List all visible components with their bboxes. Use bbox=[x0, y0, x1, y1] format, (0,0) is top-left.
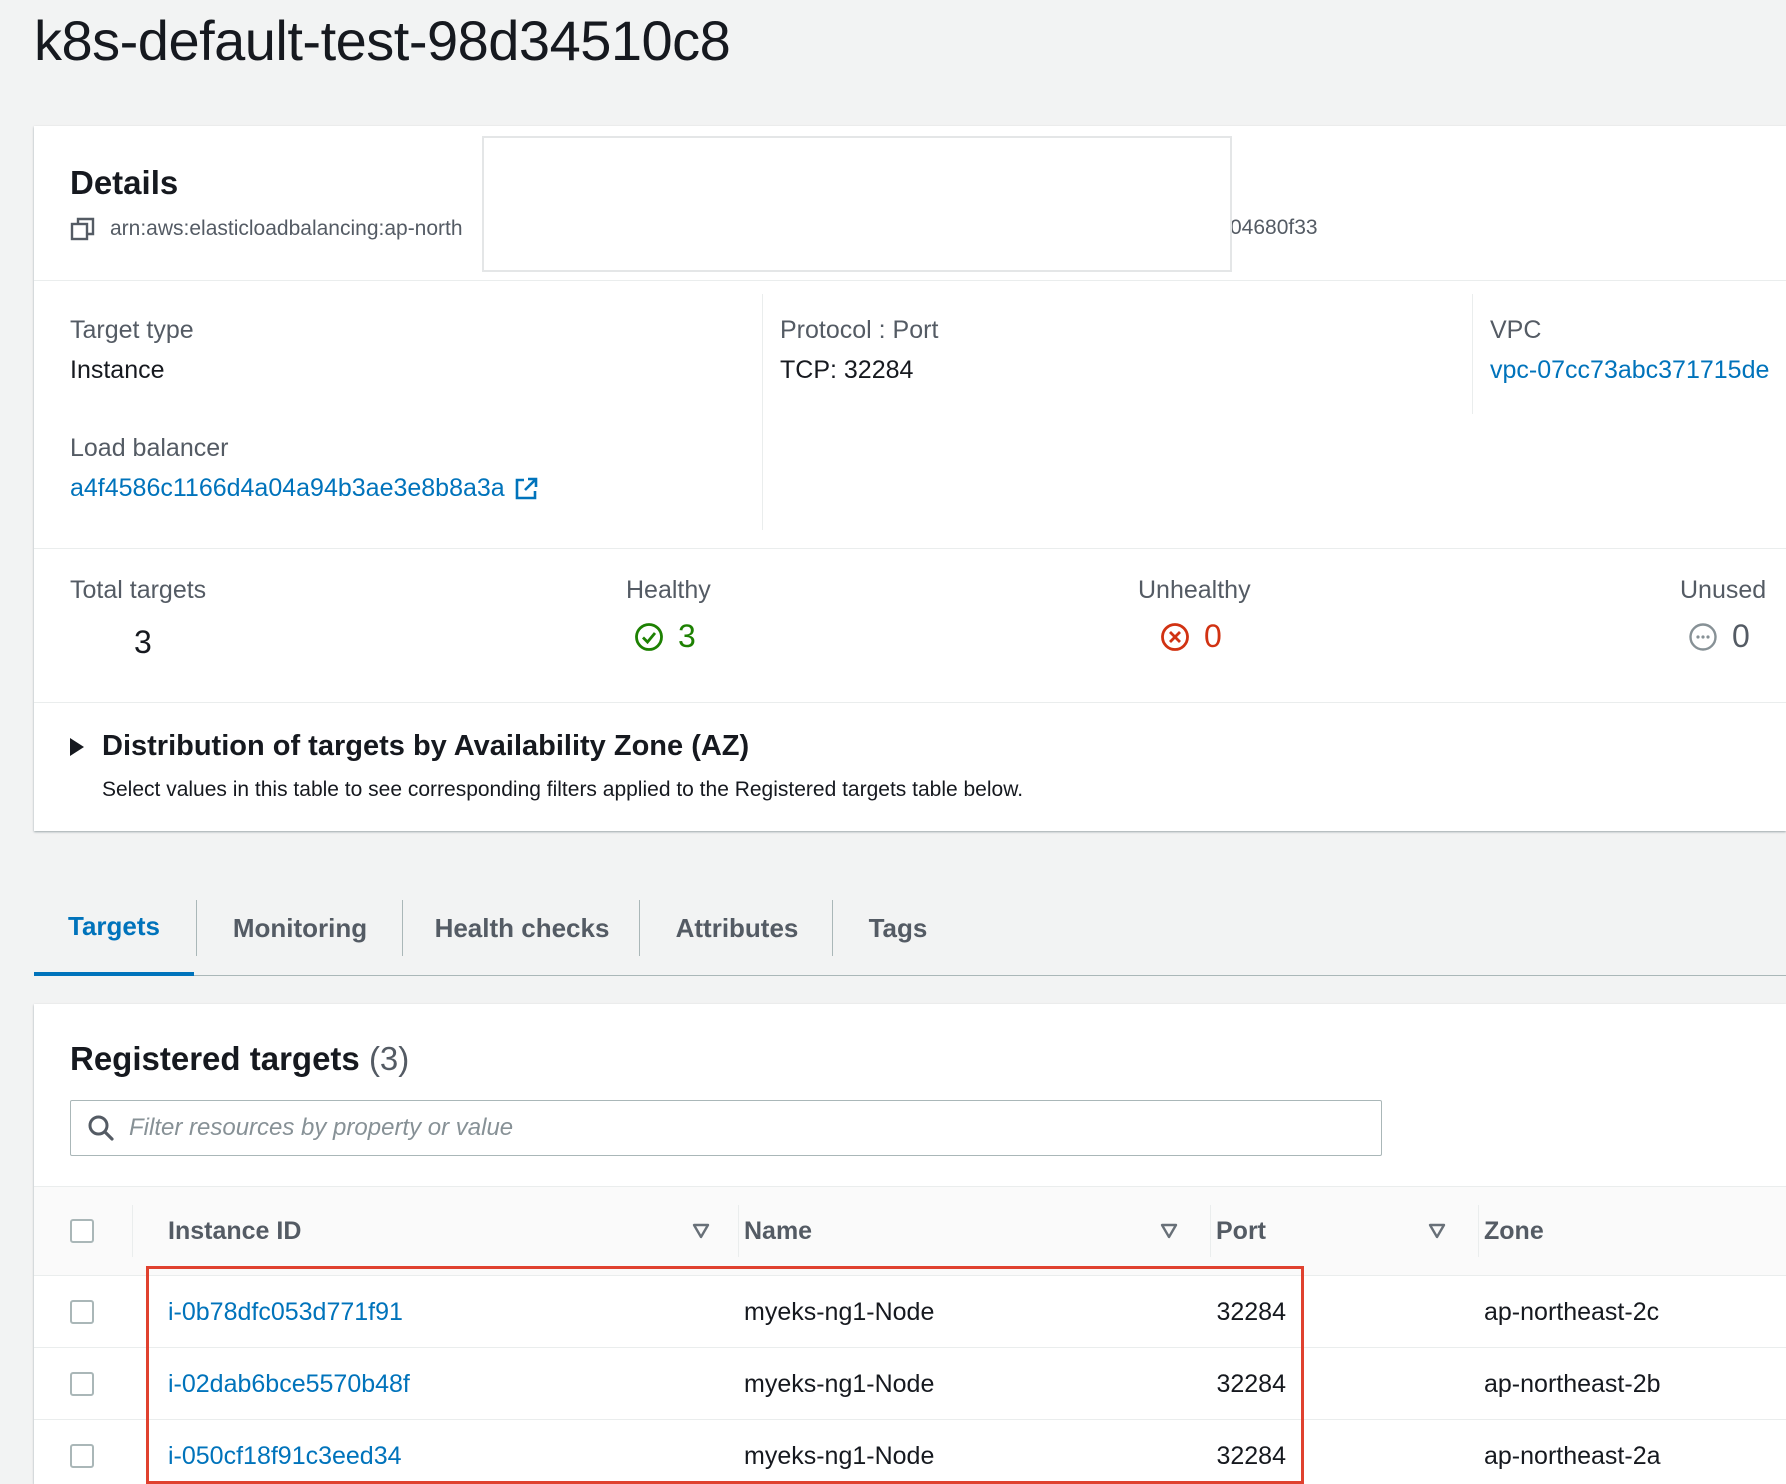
healthy-value: 3 bbox=[634, 618, 696, 655]
tab-tags[interactable]: Tags bbox=[833, 880, 963, 976]
healthy-label: Healthy bbox=[626, 576, 711, 604]
vpc-value: vpc-07cc73abc371715de bbox=[1490, 356, 1769, 385]
load-balancer-value: a4f4586c1166d4a04a94b3ae3e8b8a3a bbox=[70, 474, 539, 503]
column-header-port[interactable]: Port bbox=[1216, 1187, 1266, 1275]
total-targets-label: Total targets bbox=[70, 576, 207, 604]
details-panel: Details arn:aws:elasticloadbalancing:ap-… bbox=[34, 126, 1786, 831]
load-balancer-label: Load balancer bbox=[70, 434, 229, 462]
search-icon bbox=[88, 1115, 114, 1141]
tab-targets[interactable]: Targets bbox=[34, 880, 194, 976]
column-header-name[interactable]: Name bbox=[744, 1187, 812, 1275]
filter-search[interactable] bbox=[70, 1100, 1382, 1156]
section-divider bbox=[34, 548, 1786, 549]
target-type-value: Instance bbox=[70, 356, 165, 384]
copy-icon[interactable] bbox=[70, 216, 96, 242]
external-link-icon[interactable] bbox=[513, 476, 539, 502]
instance-zone: ap-northeast-2c bbox=[1484, 1297, 1660, 1326]
sort-down-icon[interactable] bbox=[692, 1223, 710, 1239]
unhealthy-label: Unhealthy bbox=[1138, 576, 1251, 604]
column-header-zone[interactable]: Zone bbox=[1484, 1187, 1544, 1275]
instance-zone: ap-northeast-2b bbox=[1484, 1369, 1661, 1398]
target-type-label: Target type bbox=[70, 316, 194, 344]
unused-count[interactable]: 0 bbox=[1732, 618, 1750, 655]
unhealthy-value: 0 bbox=[1160, 618, 1222, 655]
redaction-box bbox=[482, 136, 1232, 272]
x-circle-icon bbox=[1161, 622, 1189, 651]
select-all-checkbox[interactable] bbox=[70, 1219, 94, 1243]
unused-value: 0 bbox=[1688, 618, 1750, 655]
healthy-count[interactable]: 3 bbox=[678, 618, 696, 655]
row-checkbox[interactable] bbox=[70, 1444, 94, 1468]
vpc-label: VPC bbox=[1490, 316, 1542, 344]
protocol-port-value: TCP: 32284 bbox=[780, 356, 914, 384]
total-targets-value: 3 bbox=[134, 624, 152, 661]
az-description: Select values in this table to see corre… bbox=[102, 778, 1024, 801]
filter-input[interactable] bbox=[129, 1114, 1329, 1142]
sort-down-icon[interactable] bbox=[1428, 1223, 1446, 1239]
arn-suffix: 04680f33 bbox=[1230, 216, 1318, 239]
sort-down-icon[interactable] bbox=[1160, 1223, 1178, 1239]
details-title: Details bbox=[70, 164, 179, 201]
ellipsis-circle-icon bbox=[1689, 622, 1717, 651]
details-header: Details arn:aws:elasticloadbalancing:ap-… bbox=[34, 126, 1786, 281]
row-checkbox[interactable] bbox=[70, 1300, 94, 1324]
total-targets-count: 3 bbox=[134, 624, 152, 660]
load-balancer-link[interactable]: a4f4586c1166d4a04a94b3ae3e8b8a3a bbox=[70, 474, 505, 503]
az-expander[interactable]: Distribution of targets by Availability … bbox=[70, 730, 749, 763]
registered-targets-count: (3) bbox=[368, 1040, 410, 1077]
unused-label: Unused bbox=[1680, 576, 1767, 604]
registered-targets-title: Registered targets (3) bbox=[70, 1040, 409, 1078]
tab-health-checks[interactable]: Health checks bbox=[403, 880, 641, 976]
check-circle-icon bbox=[635, 622, 663, 651]
az-title[interactable]: Distribution of targets by Availability … bbox=[102, 730, 749, 763]
unhealthy-count[interactable]: 0 bbox=[1204, 618, 1222, 655]
caret-right-icon[interactable] bbox=[70, 737, 84, 756]
vpc-link[interactable]: vpc-07cc73abc371715de bbox=[1490, 356, 1769, 384]
column-header-instance-id[interactable]: Instance ID bbox=[168, 1187, 301, 1275]
registered-targets-heading: Registered targets bbox=[70, 1040, 360, 1077]
section-divider bbox=[34, 702, 1786, 703]
registered-targets-panel: Registered targets (3) Instance ID Name … bbox=[34, 1004, 1786, 1484]
protocol-port-label: Protocol : Port bbox=[780, 316, 939, 344]
column-separator bbox=[738, 1205, 739, 1257]
field-divider bbox=[762, 294, 763, 530]
column-separator bbox=[132, 1205, 133, 1257]
field-divider bbox=[1472, 294, 1473, 414]
tab-monitoring[interactable]: Monitoring bbox=[197, 880, 403, 976]
tab-bar: Targets Monitoring Health checks Attribu… bbox=[34, 880, 1786, 976]
highlight-box bbox=[146, 1266, 1304, 1484]
instance-zone: ap-northeast-2a bbox=[1484, 1441, 1661, 1470]
row-checkbox[interactable] bbox=[70, 1372, 94, 1396]
column-separator bbox=[1210, 1205, 1211, 1257]
column-separator bbox=[1478, 1205, 1479, 1257]
page-title: k8s-default-test-98d34510c8 bbox=[34, 9, 731, 72]
arn-prefix: arn:aws:elasticloadbalancing:ap-north bbox=[110, 217, 463, 240]
table-header: Instance ID Name Port Zone bbox=[34, 1186, 1786, 1276]
arn-row: arn:aws:elasticloadbalancing:ap-north bbox=[70, 216, 463, 242]
tab-attributes[interactable]: Attributes bbox=[640, 880, 834, 976]
